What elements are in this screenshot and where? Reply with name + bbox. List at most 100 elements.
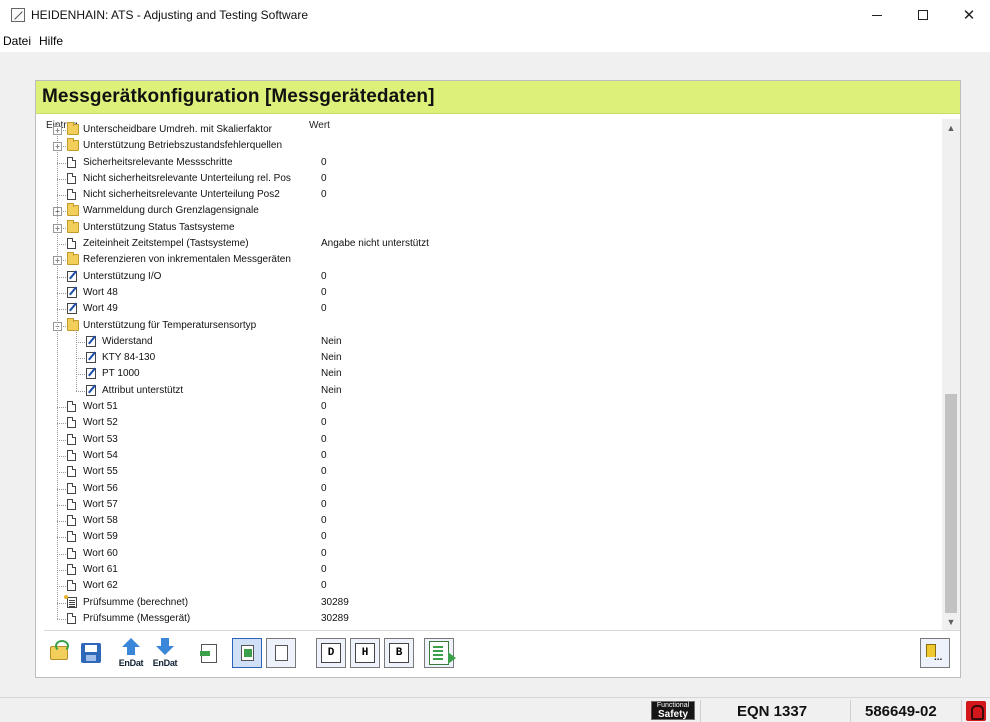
row-value[interactable]: 0 (321, 189, 327, 200)
tree-row[interactable]: Wort 61 0 (44, 562, 942, 578)
row-value[interactable]: Nein (321, 385, 342, 396)
export-button[interactable] (424, 638, 456, 668)
open-file-button[interactable] (44, 638, 74, 668)
row-value[interactable]: 0 (321, 548, 327, 559)
scroll-thumb[interactable] (945, 394, 957, 613)
row-value[interactable]: 0 (321, 173, 327, 184)
decimal-format-button[interactable]: D (316, 638, 346, 668)
tree-row[interactable]: Sicherheitsrelevante Messschritte 0 (44, 155, 942, 171)
device-id: 586649-02 (865, 703, 937, 720)
scroll-down-arrow-icon[interactable]: ▼ (942, 613, 960, 630)
back-button[interactable] (920, 638, 950, 668)
row-label: Nicht sicherheitsrelevante Unterteilung … (83, 189, 280, 201)
tree-row[interactable]: KTY 84-130 Nein (44, 350, 942, 366)
tree-row[interactable]: Widerstand Nein (44, 334, 942, 350)
tree-connector (76, 358, 85, 360)
tree-row[interactable]: + Unterstützung Status Tastsysteme (44, 219, 942, 236)
document-icon (67, 612, 76, 624)
tree-row[interactable]: Wort 56 0 (44, 481, 942, 497)
row-value[interactable]: Nein (321, 352, 342, 363)
import-button[interactable] (194, 638, 224, 668)
tree-row[interactable]: Attribut unterstützt Nein (44, 383, 942, 399)
configuration-tree[interactable]: Eintrag Wert +Unterscheidbare Umdreh. mi… (44, 119, 960, 631)
readonly-view-toggle[interactable] (266, 638, 296, 668)
row-value[interactable]: Nein (321, 336, 342, 347)
row-label: Prüfsumme (Messgerät) (83, 612, 191, 624)
row-value[interactable]: 0 (321, 515, 327, 526)
tree-row[interactable]: + Unterscheidbare Umdreh. mit Skalierfakt… (44, 122, 942, 138)
row-value[interactable]: 0 (321, 401, 327, 412)
tree-row[interactable]: Wort 48 0 (44, 285, 942, 301)
tree-row[interactable]: Wort 59 0 (44, 529, 942, 545)
tree-row[interactable]: Wort 49 0 (44, 301, 942, 317)
tree-row[interactable]: Zeiteinheit Zeitstempel (Tastsysteme) Ang… (44, 236, 942, 252)
document-icon (67, 482, 76, 494)
row-value[interactable]: 0 (321, 564, 327, 575)
row-value[interactable]: 0 (321, 450, 327, 461)
close-button[interactable]: ✕ (946, 0, 990, 30)
tree-connector (57, 602, 66, 604)
endat-upload-button[interactable]: EnDat (116, 638, 146, 668)
row-value[interactable]: 0 (321, 580, 327, 591)
tree-row[interactable]: + Unterstützung Betriebszustandsfehlerque… (44, 138, 942, 154)
scroll-up-arrow-icon[interactable]: ▲ (942, 119, 960, 137)
panel-header: Messgerätkonfiguration [Messgerätedaten] (36, 81, 960, 114)
tree-connector (57, 586, 66, 588)
row-value[interactable]: 0 (321, 157, 327, 168)
tree-row[interactable]: Wort 51 0 (44, 399, 942, 415)
title-bar: HEIDENHAIN: ATS - Adjusting and Testing … (0, 0, 990, 30)
tree-row[interactable]: Prüfsumme (berechnet) 30289 (44, 594, 942, 611)
tree-row[interactable]: Wort 58 0 (44, 513, 942, 529)
tree-row[interactable]: Wort 55 0 (44, 464, 942, 480)
minimize-button[interactable] (854, 0, 900, 30)
tree-row[interactable]: Wort 57 0 (44, 497, 942, 513)
tree-row[interactable]: Nicht sicherheitsrelevante Unterteilung … (44, 171, 942, 187)
row-value[interactable]: 0 (321, 499, 327, 510)
row-value[interactable]: 30289 (321, 597, 349, 608)
row-value[interactable]: 30289 (321, 613, 349, 624)
menu-bar: Datei Hilfe (0, 30, 990, 52)
row-label: Wort 56 (83, 482, 118, 494)
tree-row[interactable]: Nicht sicherheitsrelevante Unterteilung … (44, 187, 942, 203)
row-label: Sicherheitsrelevante Messschritte (83, 156, 233, 168)
row-value[interactable]: 0 (321, 483, 327, 494)
vertical-scrollbar[interactable]: ▲ ▼ (942, 119, 960, 630)
minimize-icon (872, 14, 882, 16)
row-value[interactable]: 0 (321, 434, 327, 445)
tree-row[interactable]: + Warnmeldung durch Grenzlagensignale (44, 203, 942, 219)
tree-connector (57, 407, 66, 409)
row-value[interactable]: 0 (321, 271, 327, 282)
tree-row[interactable]: Prüfsumme (Messgerät) 30289 (44, 611, 942, 627)
tree-row[interactable]: − Unterstützung für Temperatursensortyp (44, 317, 942, 334)
arrow-down-icon: EnDat (150, 638, 180, 668)
binary-format-button[interactable]: B (384, 638, 414, 668)
hex-format-button[interactable]: H (350, 638, 380, 668)
save-button[interactable] (76, 638, 106, 668)
row-label: Unterstützung I/O (83, 270, 162, 282)
row-value[interactable]: 0 (321, 303, 327, 314)
tree-row[interactable]: Wort 53 0 (44, 432, 942, 448)
tree-row[interactable]: + Referenzieren von inkrementalen Messger… (44, 252, 942, 268)
row-value[interactable]: Angabe nicht unterstützt (321, 238, 429, 249)
edit-document-icon (67, 286, 77, 298)
row-value[interactable]: Nein (321, 368, 342, 379)
editable-document-icon (240, 645, 254, 661)
menu-datei[interactable]: Datei (0, 34, 35, 48)
tree-row[interactable]: Wort 52 0 (44, 415, 942, 431)
row-label: Wort 48 (83, 286, 118, 298)
document-icon (67, 580, 76, 592)
tree-row[interactable]: Wort 62 0 (44, 578, 942, 594)
tree-row[interactable]: PT 1000 Nein (44, 366, 942, 382)
row-value[interactable]: 0 (321, 287, 327, 298)
endat-download-button[interactable]: EnDat (150, 638, 180, 668)
row-value[interactable]: 0 (321, 466, 327, 477)
maximize-button[interactable] (900, 0, 946, 30)
row-value[interactable]: 0 (321, 417, 327, 428)
tree-row[interactable]: Wort 60 0 (44, 546, 942, 562)
editable-view-toggle[interactable] (232, 638, 262, 668)
tree-row[interactable]: Unterstützung I/O 0 (44, 269, 942, 285)
back-arrow-icon (924, 642, 946, 664)
menu-hilfe[interactable]: Hilfe (35, 34, 67, 48)
row-value[interactable]: 0 (321, 531, 327, 542)
tree-row[interactable]: Wort 54 0 (44, 448, 942, 464)
